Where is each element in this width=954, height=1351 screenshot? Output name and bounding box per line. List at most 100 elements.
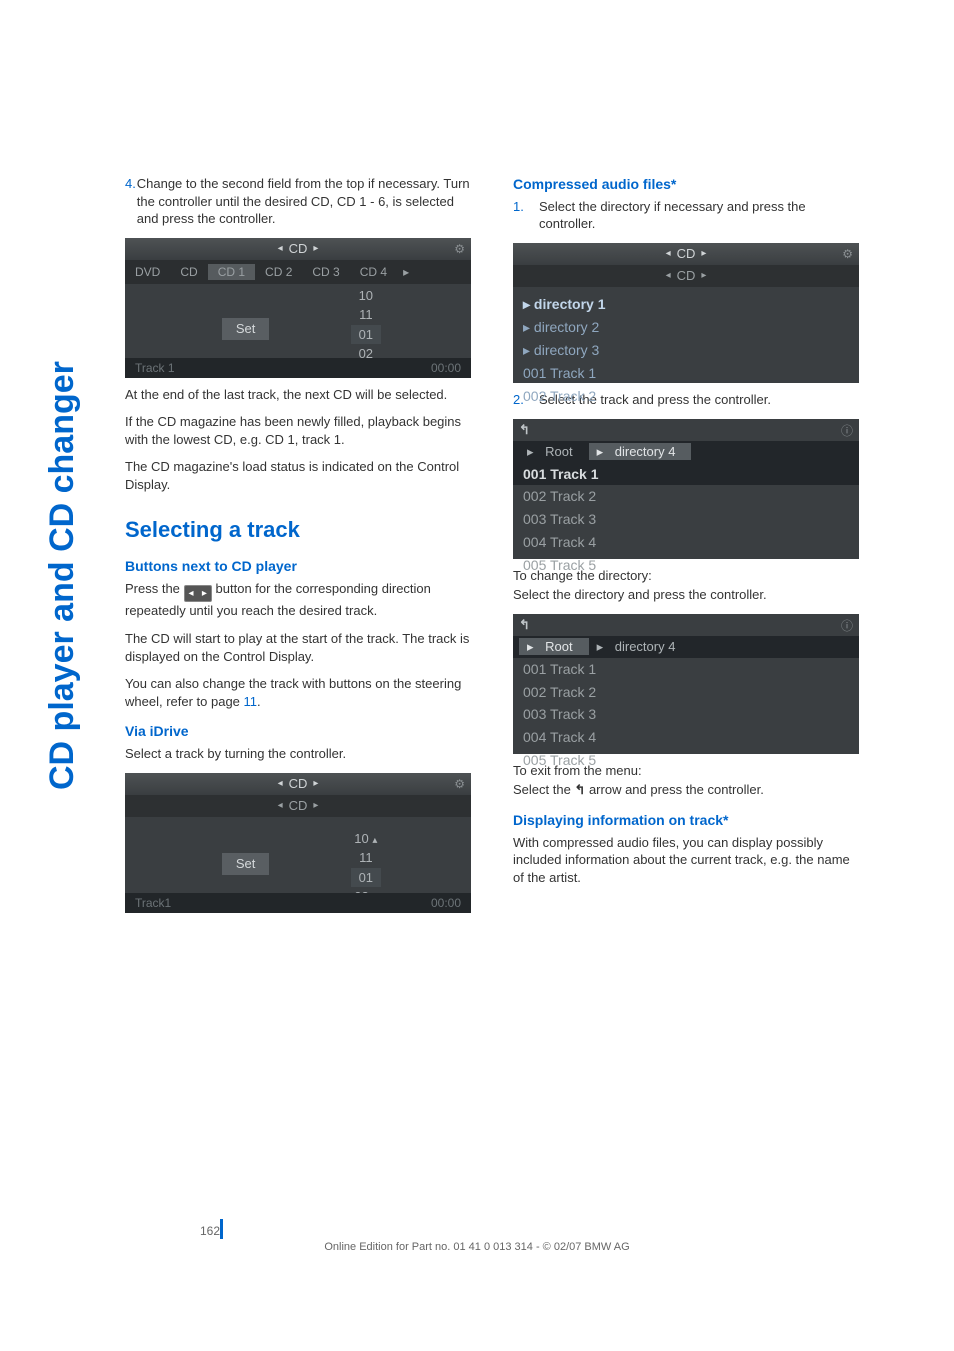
ss5-breadcrumb: ▸ Root ▸ directory 4 [513,636,859,658]
list-item: 003 Track 3 [523,703,849,726]
tab-more-arrow-icon: ▸ [397,264,415,280]
text: arrow and press the controller. [585,782,763,797]
ss2-title: CD [289,775,308,793]
heading-display-info: Displaying information on track* [513,811,859,830]
left-arrow-icon: ◂ [278,777,283,791]
crumb-directory: ▸ directory 4 [589,443,692,461]
right-column: Compressed audio files* 1. Select the di… [513,175,859,921]
ss2-track-label: Track1 [135,895,171,913]
page-number: 162 [200,1223,220,1239]
ss5-track-list: 001 Track 1 002 Track 2 003 Track 3 004 … [513,658,859,772]
text: Select the [513,782,574,797]
crumb-root: ▸ Root [519,443,589,461]
paragraph: Press the ◂ ▸ button for the correspondi… [125,580,471,620]
left-arrow-icon: ◂ [278,242,283,256]
list-item: 004 Track 4 [523,531,849,554]
ss1-title: CD [289,240,308,258]
step-list: 1. Select the directory if necessary and… [513,198,859,233]
ss3-sub: CD [677,267,696,285]
ss4-back-row: ↰ ⓘ [513,419,859,441]
back-arrow-icon: ↰ [574,781,585,799]
ss1-track-numbers: 10 11 01 02 [351,286,381,364]
text: . [257,694,261,709]
paragraph: You can also change the track with butto… [125,675,471,710]
step-4-text: Change to the second field from the top … [137,175,471,228]
screenshot-directory-change: ↰ ⓘ ▸ Root ▸ directory 4 001 Track 1 002… [513,614,859,754]
list-item: ▸ directory 3 [523,339,849,362]
ss1-set: Set [222,318,270,340]
content-columns: 4. Change to the second field from the t… [125,175,859,921]
ss2-footer: Track1 00:00 [125,893,471,913]
ss1-tabs: DVD CD CD 1 CD 2 CD 3 CD 4 ▸ [125,260,471,284]
left-arrow-icon: ◂ [278,799,283,813]
ss2-subbar: ◂ CD ▸ [125,795,471,817]
paragraph: At the end of the last track, the next C… [125,386,471,404]
list-item: ▸ directory 1 [523,293,849,316]
right-arrow-icon: ▸ [313,242,318,256]
gear-icon: ⓘ [841,423,853,439]
left-arrow-icon: ◂ [666,269,671,283]
text: You can also change the track with butto… [125,676,461,709]
list-item: 002 Track 2 [523,485,849,508]
step-1-number: 1. [513,198,539,233]
ss3-subbar: ◂ CD ▸ [513,265,859,287]
page: CD player and CD changer 4. Change to th… [0,0,954,1351]
left-column: 4. Change to the second field from the t… [125,175,471,921]
footer-text: Online Edition for Part no. 01 41 0 013 … [0,1240,954,1255]
list-item: 002 Track 2 [523,385,849,408]
back-arrow-icon: ↰ [519,616,530,634]
tab-cd4: CD 4 [350,264,397,280]
text: Press the [125,581,184,596]
ss3-title: CD [677,245,696,263]
sidebar-chapter-title: CD player and CD changer [40,361,86,790]
paragraph: Select a track by turning the controller… [125,745,471,763]
right-arrow-icon: ▸ [701,269,706,283]
screenshot-track-select: ↰ ⓘ ▸ Root ▸ directory 4 001 Track 1 002… [513,419,859,559]
ss4-breadcrumb: ▸ Root ▸ directory 4 [513,441,859,463]
tab-dvd: DVD [125,264,170,280]
gear-icon: ⚙ [454,241,465,257]
list-item: 005 Track 5 [523,554,849,577]
heading-buttons: Buttons next to CD player [125,557,471,576]
step-4: 4. Change to the second field from the t… [125,175,471,228]
crumb-directory: ▸ directory 4 [589,638,692,656]
ss1-track-label: Track 1 [135,360,175,378]
list-item: 002 Track 2 [523,681,849,704]
step-1: 1. Select the directory if necessary and… [513,198,859,233]
paragraph: Select the directory and press the contr… [513,586,859,604]
track-num: 01 [351,325,381,345]
tab-cd1: CD 1 [208,264,255,280]
list-item: 001 Track 1 [523,362,849,385]
left-arrow-icon: ◂ [666,247,671,261]
paragraph: With compressed audio files, you can dis… [513,834,859,887]
page-link-11[interactable]: 11 [244,694,258,709]
step-4-number: 4. [125,175,137,228]
page-number-divider [220,1219,223,1239]
ss3-directory-list: ▸ directory 1 ▸ directory 2 ▸ directory … [513,287,859,413]
screenshot-cd-selector: ◂ CD ▸ ⚙ DVD CD CD 1 CD 2 CD 3 CD 4 ▸ Se… [125,238,471,378]
ss2-sub: CD [289,797,308,815]
list-item: 003 Track 3 [523,508,849,531]
step-1-text: Select the directory if necessary and pr… [539,198,859,233]
track-num: 10 [351,286,381,306]
track-num: 11 [351,305,381,325]
heading-selecting-track: Selecting a track [125,515,471,545]
ss1-time: 00:00 [431,360,461,378]
heading-compressed: Compressed audio files* [513,175,859,194]
crumb-root: ▸ Root [519,638,589,656]
right-arrow-icon: ▸ [701,247,706,261]
screenshot-idrive-track: ◂ CD ▸ ⚙ ◂ CD ▸ Set 10 ▴ 11 01 02 ▾ [125,773,471,913]
tab-cd: CD [170,264,207,280]
ss2-time: 00:00 [431,895,461,913]
list-item: 001 Track 1 [513,463,859,486]
paragraph: The CD magazine's load status is indicat… [125,458,471,493]
gear-icon: ⚙ [454,776,465,792]
track-num: 11 [351,848,381,868]
ss1-titlebar: ◂ CD ▸ ⚙ [125,238,471,260]
back-arrow-icon: ↰ [519,421,530,439]
ss1-footer: Track 1 00:00 [125,358,471,378]
ss3-titlebar: ◂ CD ▸ ⚙ [513,243,859,265]
screenshot-directory-list: ◂ CD ▸ ⚙ ◂ CD ▸ ▸ directory 1 ▸ director… [513,243,859,383]
list-item: 005 Track 5 [523,749,849,772]
paragraph: If the CD magazine has been newly filled… [125,413,471,448]
